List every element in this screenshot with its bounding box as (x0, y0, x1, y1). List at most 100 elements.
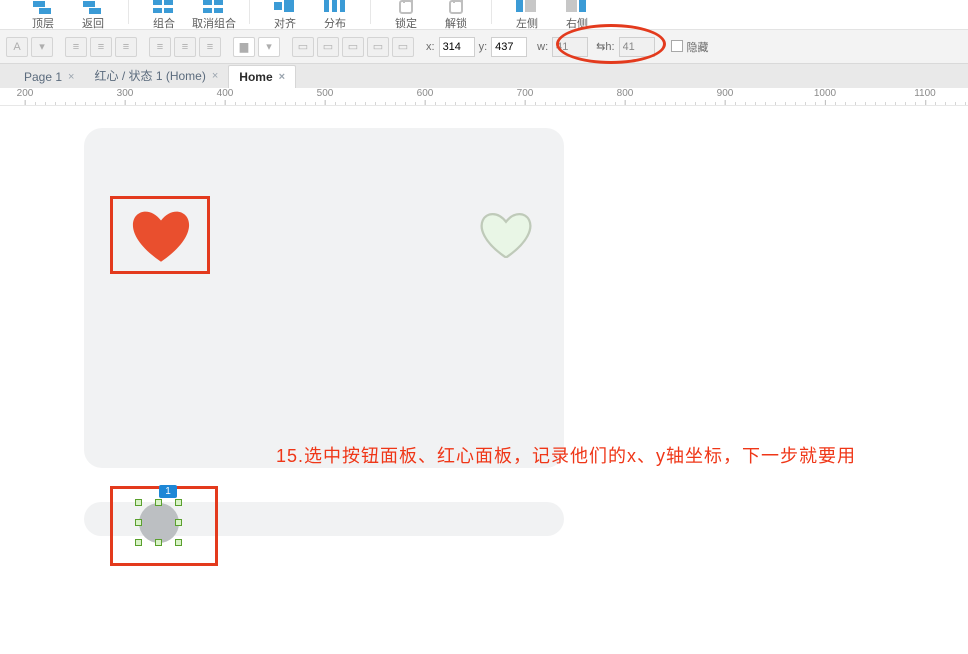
ribbon-label: 右侧 (566, 15, 588, 31)
tab-strip: Page 1 × 红心 / 状态 1 (Home) × Home × (0, 64, 968, 88)
tab-label: Page 1 (24, 70, 62, 84)
font-group: A ▾ (6, 37, 53, 57)
tab-home[interactable]: Home × (228, 65, 296, 88)
ruler-tick: 200 (17, 88, 34, 99)
heart-red-icon[interactable] (131, 207, 191, 262)
ribbon-btn-ungroup[interactable]: 取消组合 (189, 0, 239, 31)
border-group: ▭ ▭ ▭ ▭ ▭ (292, 37, 414, 57)
x-input[interactable] (439, 37, 475, 57)
y-label: y: (479, 41, 488, 53)
ruler-tick: 700 (517, 88, 534, 99)
ruler-tick: 1100 (914, 88, 936, 99)
font-color-btn[interactable]: A (6, 37, 28, 57)
stack-icon (32, 0, 54, 14)
selection-highlight: 1 (110, 486, 218, 566)
selected-circle[interactable] (139, 503, 179, 543)
ribbon-btn-back[interactable]: 返回 (68, 0, 118, 31)
close-icon[interactable]: × (279, 71, 285, 83)
ribbon-btn-group[interactable]: 组合 (139, 0, 189, 31)
selection-badge: 1 (159, 485, 177, 498)
align-right-btn[interactable]: ≡ (115, 37, 137, 57)
border-e[interactable]: ▭ (392, 37, 414, 57)
ruler-tick: 400 (217, 88, 234, 99)
text-align-group: ≡ ≡ ≡ (65, 37, 137, 57)
x-label: x: (426, 41, 435, 53)
ribbon-label: 锁定 (395, 15, 417, 31)
checkbox-icon (671, 40, 683, 52)
align-center-btn[interactable]: ≡ (90, 37, 112, 57)
dock-left-icon (516, 0, 538, 14)
hide-checkbox[interactable]: 隐藏 (671, 38, 709, 56)
link-wh-icon[interactable]: ⇆h: (596, 40, 614, 53)
font-dd-btn[interactable]: ▾ (31, 37, 53, 57)
ribbon-btn-left[interactable]: 左侧 (502, 0, 552, 31)
tab-label: 红心 / 状态 1 (Home) (94, 67, 205, 84)
valign-mid-btn[interactable]: ≡ (174, 37, 196, 57)
resize-handle-se[interactable] (175, 539, 182, 546)
separator (370, 0, 371, 24)
stack-icon (82, 0, 104, 14)
canvas[interactable]: 1 15.选中按钮面板、红心面板，记录他们的x、y轴坐标，下一步就要用 (0, 106, 968, 654)
border-d[interactable]: ▭ (367, 37, 389, 57)
close-icon[interactable]: × (68, 71, 74, 83)
ribbon-main: 顶层 返回 组合 取消组合 对齐 分布 锁定 解锁 左侧 右侧 (0, 0, 968, 30)
ribbon-label: 对齐 (274, 15, 296, 31)
heart-outline-icon[interactable] (480, 210, 532, 258)
fill-btn[interactable]: ▆ (233, 37, 255, 57)
y-input[interactable] (491, 37, 527, 57)
ribbon-btn-top[interactable]: 顶层 (18, 0, 68, 31)
resize-handle-e[interactable] (175, 519, 182, 526)
lock-icon (399, 0, 413, 14)
border-a[interactable]: ▭ (292, 37, 314, 57)
dock-right-icon (566, 0, 588, 14)
ribbon-label: 返回 (82, 15, 104, 31)
separator (249, 0, 250, 24)
ribbon-label: 解锁 (445, 15, 467, 31)
ribbon-btn-lock[interactable]: 锁定 (381, 0, 431, 31)
tab-dynpanel[interactable]: 红心 / 状态 1 (Home) × (84, 63, 228, 88)
tab-label: Home (239, 70, 272, 84)
align-icon (274, 0, 296, 14)
separator (491, 0, 492, 24)
panel-main[interactable] (84, 128, 564, 468)
valign-group: ≡ ≡ ≡ (149, 37, 221, 57)
group-icon (153, 0, 175, 14)
resize-handle-nw[interactable] (135, 499, 142, 506)
fill-dd-btn[interactable]: ▾ (258, 37, 280, 57)
border-c[interactable]: ▭ (342, 37, 364, 57)
resize-handle-s[interactable] (155, 539, 162, 546)
h-input[interactable] (619, 37, 655, 57)
resize-handle-sw[interactable] (135, 539, 142, 546)
ribbon-label: 取消组合 (192, 15, 236, 31)
ribbon-label: 左侧 (516, 15, 538, 31)
ruler-tick: 300 (117, 88, 134, 99)
ruler-tick: 1000 (814, 88, 836, 99)
valign-bot-btn[interactable]: ≡ (199, 37, 221, 57)
separator (128, 0, 129, 24)
distribute-icon (324, 0, 346, 14)
fill-group: ▆ ▾ (233, 37, 280, 57)
resize-handle-w[interactable] (135, 519, 142, 526)
ribbon-label: 顶层 (32, 15, 54, 31)
ribbon-btn-unlock[interactable]: 解锁 (431, 0, 481, 31)
ruler-tick: 500 (317, 88, 334, 99)
ruler-h: 20030040050060070080090010001100 (0, 88, 968, 106)
ruler-tick: 900 (717, 88, 734, 99)
ribbon-btn-align[interactable]: 对齐 (260, 0, 310, 31)
ribbon-btn-right[interactable]: 右侧 (552, 0, 602, 31)
close-icon[interactable]: × (212, 70, 218, 82)
valign-top-btn[interactable]: ≡ (149, 37, 171, 57)
hide-label: 隐藏 (687, 42, 709, 54)
tab-page1[interactable]: Page 1 × (14, 66, 84, 88)
ribbon-label: 分布 (324, 15, 346, 31)
ribbon-btn-distribute[interactable]: 分布 (310, 0, 360, 31)
align-left-btn[interactable]: ≡ (65, 37, 87, 57)
w-input[interactable] (552, 37, 588, 57)
border-b[interactable]: ▭ (317, 37, 339, 57)
resize-handle-n[interactable] (155, 499, 162, 506)
resize-handle-ne[interactable] (175, 499, 182, 506)
ruler-tick: 800 (617, 88, 634, 99)
annotation-text: 15.选中按钮面板、红心面板，记录他们的x、y轴坐标，下一步就要用 (276, 442, 856, 468)
heart-red-highlight (110, 196, 210, 274)
unlock-icon (449, 0, 463, 14)
